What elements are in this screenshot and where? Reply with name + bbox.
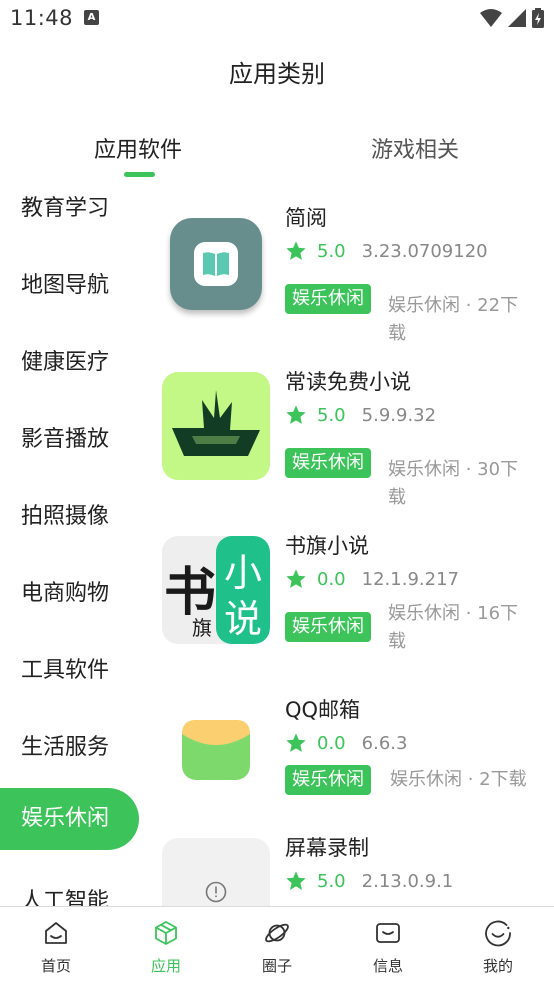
status-icons — [480, 8, 544, 28]
category-item-maps[interactable]: 地图导航 — [21, 267, 109, 299]
book-icon — [194, 242, 238, 286]
app-version: 6.6.3 — [361, 732, 408, 754]
notification-icon: A — [84, 10, 99, 25]
star-icon — [286, 569, 306, 588]
app-downloads-wrap: 载 — [388, 631, 406, 652]
app-downloads: 娱乐休闲 · 22下 — [388, 295, 519, 316]
app-name: 书旗小说 — [285, 534, 369, 558]
app-downloads-wrap: 载 — [388, 487, 406, 508]
app-rating: 5.0 — [317, 240, 346, 262]
app-rating-row: 0.0 6.6.3 — [285, 732, 407, 754]
shuqi-char-shuo: 说 — [224, 597, 263, 641]
app-downloads: 娱乐休闲 · 2下载 — [390, 769, 527, 790]
app-name: 常读免费小说 — [285, 370, 411, 394]
app-rating: 5.0 — [317, 404, 346, 426]
nav-apps[interactable]: 应用 — [126, 919, 206, 976]
category-item-education[interactable]: 教育学习 — [21, 190, 109, 222]
app-rating-row: 5.0 3.23.0709120 — [285, 240, 488, 262]
star-icon — [286, 871, 306, 890]
category-item-photo[interactable]: 拍照摄像 — [21, 498, 109, 530]
app-downloads: 娱乐休闲 · 16下 — [388, 603, 519, 624]
nav-profile[interactable]: 我的 — [458, 919, 538, 976]
app-list: 简阅 5.0 3.23.0709120 娱乐休闲 娱乐休闲 · 22下 载 常读… — [160, 180, 554, 906]
star-icon — [286, 405, 306, 424]
nav-messages-label: 信息 — [372, 957, 403, 975]
nav-home[interactable]: 首页 — [16, 919, 96, 976]
wifi-icon — [480, 9, 502, 27]
envelope-icon — [182, 720, 250, 780]
app-downloads: 娱乐休闲 · 30下 — [388, 459, 519, 480]
app-name: QQ邮箱 — [285, 698, 361, 722]
app-version: 3.23.0709120 — [361, 240, 488, 262]
nav-home-label: 首页 — [40, 957, 71, 975]
app-icon-changdu — [162, 372, 270, 480]
category-badge: 娱乐休闲 — [285, 765, 371, 795]
nav-apps-label: 应用 — [150, 957, 181, 975]
nav-circle-label: 圈子 — [261, 957, 292, 975]
nav-circle[interactable]: 圈子 — [237, 919, 317, 976]
category-item-health[interactable]: 健康医疗 — [21, 344, 109, 376]
page-title: 应用类别 — [229, 60, 325, 88]
app-rating: 5.0 — [317, 870, 346, 892]
bottom-nav: 首页 应用 圈子 信息 我的 — [0, 906, 554, 984]
category-item-tools[interactable]: 工具软件 — [21, 652, 109, 684]
app-version: 2.13.0.9.1 — [361, 870, 454, 892]
star-icon — [286, 733, 306, 752]
info-icon — [205, 881, 227, 903]
star-icon — [286, 241, 306, 260]
app-icon-shuqi: 书 旗 小 说 — [162, 536, 270, 644]
app-icon-jianyue — [170, 218, 262, 310]
shuqi-char-qi: 旗 — [192, 616, 212, 640]
changdu-logo-icon — [172, 390, 260, 456]
category-badge: 娱乐休闲 — [285, 448, 371, 478]
app-version: 5.9.9.32 — [361, 404, 437, 426]
app-name: 屏幕录制 — [285, 836, 369, 860]
app-icon-screen-recorder — [162, 838, 270, 906]
tab-games[interactable]: 游戏相关 — [371, 132, 459, 164]
tab-bar: 应用软件 游戏相关 — [0, 128, 554, 180]
category-item-ai[interactable]: 人工智能 — [21, 883, 109, 906]
app-name: 简阅 — [285, 206, 327, 230]
category-item-life[interactable]: 生活服务 — [21, 729, 109, 761]
app-rating: 0.0 — [317, 568, 346, 590]
app-rating-row: 5.0 5.9.9.32 — [285, 404, 436, 426]
app-downloads-wrap: 载 — [388, 323, 406, 344]
category-item-shopping[interactable]: 电商购物 — [21, 575, 109, 607]
mail-icon — [376, 923, 400, 943]
category-item-media[interactable]: 影音播放 — [21, 421, 109, 453]
signal-icon — [508, 9, 526, 27]
category-item-entertainment[interactable]: 娱乐休闲 — [0, 788, 139, 850]
category-sidebar: 教育学习 地图导航 健康医疗 影音播放 拍照摄像 电商购物 工具软件 生活服务 … — [0, 180, 160, 906]
app-rating-row: 0.0 12.1.9.217 — [285, 568, 459, 590]
tab-indicator — [124, 172, 155, 177]
category-badge: 娱乐休闲 — [285, 612, 371, 642]
status-time: 11:48 — [10, 6, 74, 30]
status-bar: 11:48 A — [0, 0, 554, 38]
planet-icon — [265, 923, 289, 943]
cube-icon — [155, 921, 177, 945]
profile-icon — [485, 920, 511, 947]
app-rating-row: 5.0 2.13.0.9.1 — [285, 870, 453, 892]
app-list-item[interactable]: 书 旗 小 说 书旗小说 0.0 12.1.9.217 娱乐休闲 娱乐休闲 · … — [160, 526, 554, 690]
app-rating: 0.0 — [317, 732, 346, 754]
nav-profile-label: 我的 — [482, 957, 513, 975]
nav-messages[interactable]: 信息 — [348, 919, 428, 976]
app-version: 12.1.9.217 — [361, 568, 459, 590]
app-icon-qqmail — [162, 700, 270, 808]
battery-icon — [532, 8, 544, 28]
app-list-item[interactable]: 常读免费小说 5.0 5.9.9.32 娱乐休闲 娱乐休闲 · 30下 载 — [160, 362, 554, 526]
app-list-item[interactable]: 屏幕录制 5.0 2.13.0.9.1 — [160, 828, 554, 906]
tab-apps[interactable]: 应用软件 — [94, 132, 182, 164]
category-badge: 娱乐休闲 — [285, 284, 371, 314]
app-list-item[interactable]: 简阅 5.0 3.23.0709120 娱乐休闲 娱乐休闲 · 22下 载 — [160, 198, 554, 362]
home-icon — [45, 922, 67, 944]
